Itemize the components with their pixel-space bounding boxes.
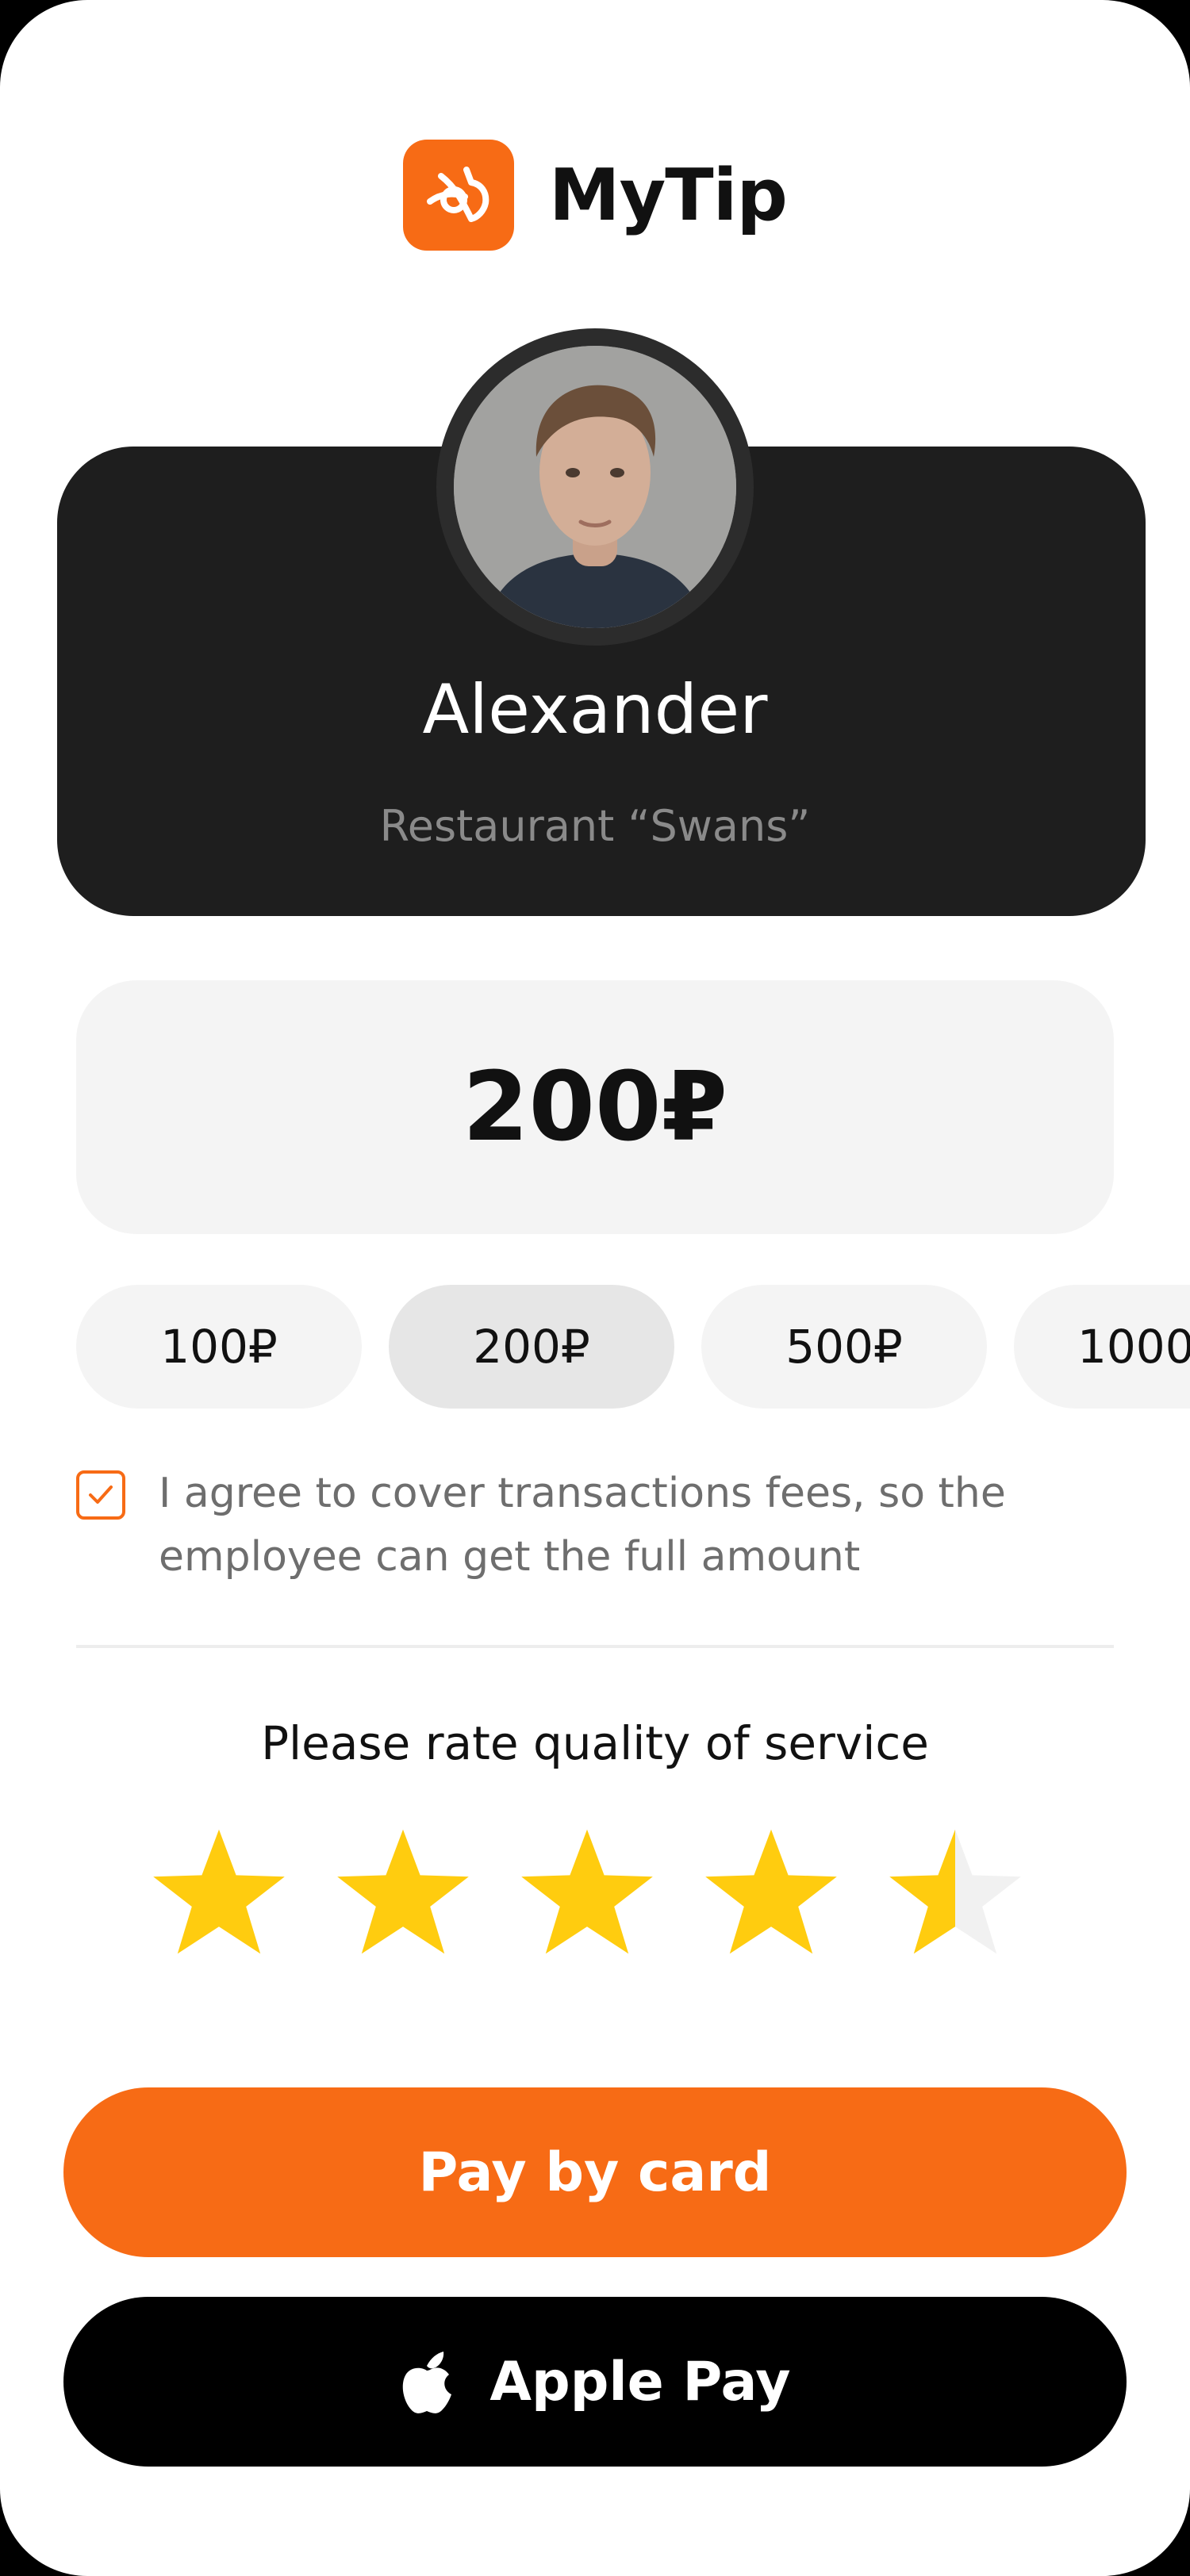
checkmark-icon: [89, 1485, 113, 1504]
tip-amount-input[interactable]: 200₽: [76, 980, 1114, 1234]
star-2-icon[interactable]: [332, 1821, 474, 1964]
cover-fees-checkbox[interactable]: [76, 1470, 125, 1520]
apple-pay-label: Apple Pay: [489, 2350, 791, 2413]
star-3-icon[interactable]: [516, 1821, 658, 1964]
avatar-ring: [436, 328, 754, 646]
apple-pay-button[interactable]: Apple Pay: [63, 2297, 1127, 2467]
employee-name: Alexander: [422, 670, 768, 749]
phone-screen: MyTip Alexander Restaurant “Swans” 200₽ …: [0, 0, 1190, 2576]
divider: [76, 1645, 1114, 1648]
preset-100[interactable]: 100₽: [76, 1285, 362, 1409]
pay-by-card-button[interactable]: Pay by card: [63, 2087, 1127, 2257]
brand-header: MyTip: [0, 140, 1190, 251]
rating-title: Please rate quality of service: [261, 1716, 929, 1770]
preset-200[interactable]: 200₽: [389, 1285, 674, 1409]
mytip-logo-icon: [403, 140, 515, 251]
preset-amounts: 100₽ 200₽ 500₽ 1000₽: [76, 1285, 1190, 1409]
star-4-icon[interactable]: [700, 1821, 843, 1964]
star-1-icon[interactable]: [148, 1821, 290, 1964]
preset-1000[interactable]: 1000₽: [1014, 1285, 1190, 1409]
cover-fees-label: I agree to cover transactions fees, so t…: [159, 1470, 1006, 1581]
employee-workplace: Restaurant “Swans”: [379, 801, 811, 851]
employee-avatar: [454, 346, 736, 628]
star-5-icon[interactable]: [884, 1821, 1027, 1964]
apple-icon: [403, 2352, 452, 2413]
brand-name: MyTip: [549, 153, 788, 237]
preset-500[interactable]: 500₽: [701, 1285, 987, 1409]
star-rating: [148, 1821, 1027, 1972]
